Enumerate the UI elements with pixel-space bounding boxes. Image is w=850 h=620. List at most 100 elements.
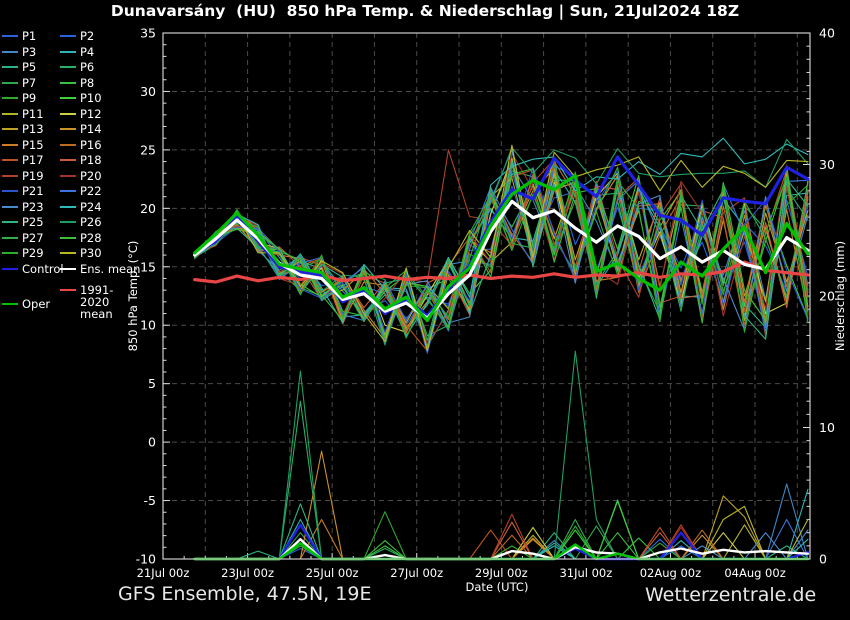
legend-item-p1-label: P1: [22, 30, 36, 42]
legend-item-p19: P19: [2, 170, 44, 182]
legend-item-p24: P24: [60, 201, 102, 213]
legend-item-p1-swatch: [2, 35, 18, 37]
legend-item-p17: P17: [2, 154, 44, 166]
legend-item-control: Control: [2, 263, 64, 275]
legend-item-p20: P20: [60, 170, 102, 182]
legend-item-p27-swatch: [2, 237, 18, 239]
legend-item-p27: P27: [2, 232, 44, 244]
legend-item-p24-label: P24: [80, 201, 102, 213]
legend-item-p23-swatch: [2, 206, 18, 208]
x-tick-label: 27Jul 00z: [390, 566, 443, 580]
y-right-tick-label: 30: [819, 157, 835, 172]
legend-item-p10-label: P10: [80, 92, 102, 104]
legend-item-p8: P8: [60, 77, 94, 89]
legend-item-p9: P9: [2, 92, 36, 104]
legend-item-p4-label: P4: [80, 46, 94, 58]
legend-item-p18-label: P18: [80, 154, 102, 166]
legend-item-ens-mean: Ens. mean: [60, 263, 140, 275]
y-right-tick-label: 10: [819, 420, 835, 435]
legend-item-p20-swatch: [60, 175, 76, 177]
y-right-axis-label: Niederschlag (mm): [833, 241, 847, 351]
legend-item-p9-swatch: [2, 97, 18, 99]
model-run-caption: GFS Ensemble, 47.5N, 19E: [118, 583, 371, 605]
legend-item-p1: P1: [2, 30, 36, 42]
legend-item-p2-swatch: [60, 35, 76, 37]
legend-item-p5-label: P5: [22, 61, 36, 73]
x-tick-label: 02Aug 00z: [640, 566, 701, 580]
legend-item-p26-label: P26: [80, 216, 102, 228]
legend-item-p8-label: P8: [80, 77, 94, 89]
x-tick-label: 21Jul 00z: [137, 566, 190, 580]
legend-item-p23-label: P23: [22, 201, 44, 213]
legend-item-p5-swatch: [2, 66, 18, 68]
y-left-tick-label: 35: [140, 26, 156, 41]
y-left-tick-label: 10: [140, 318, 156, 333]
legend-item-p3: P3: [2, 46, 36, 58]
legend-item-p10: P10: [60, 92, 102, 104]
legend-item-control-label: Control: [22, 263, 64, 275]
legend-item-p25: P25: [2, 216, 44, 228]
y-left-tick-label: -10: [136, 552, 156, 567]
y-left-tick-label: 25: [140, 142, 156, 157]
y-left-tick-label: 30: [140, 84, 156, 99]
legend-item-p6: P6: [60, 61, 94, 73]
legend-item-p19-swatch: [2, 175, 18, 177]
x-tick-label: 23Jul 00z: [221, 566, 274, 580]
legend-item-p25-swatch: [2, 221, 18, 223]
x-tick-label: 31Jul 00z: [559, 566, 612, 580]
legend-item-p16-label: P16: [80, 139, 102, 151]
legend-item-oper: Oper: [2, 298, 50, 310]
y-left-tick-label: -5: [144, 493, 156, 508]
legend-item-p21: P21: [2, 185, 44, 197]
legend-item-p22: P22: [60, 185, 102, 197]
legend-item-p21-label: P21: [22, 185, 44, 197]
legend-item-oper-label: Oper: [22, 298, 50, 310]
legend-item-p24-swatch: [60, 206, 76, 208]
legend-item-p4: P4: [60, 46, 94, 58]
legend-item-p7-swatch: [2, 82, 18, 84]
y-left-tick-label: 0: [148, 435, 156, 450]
legend-item-ens-mean-swatch: [60, 268, 76, 270]
legend-item-p29: P29: [2, 247, 44, 259]
legend-item-p15: P15: [2, 139, 44, 151]
legend-item-p14: P14: [60, 123, 102, 135]
legend-item-p22-label: P22: [80, 185, 102, 197]
legend-item-p20-label: P20: [80, 170, 102, 182]
legend-item-p5: P5: [2, 61, 36, 73]
legend-item-p21-swatch: [2, 190, 18, 192]
legend-item-p28-swatch: [60, 237, 76, 239]
legend-item-p26-swatch: [60, 221, 76, 223]
legend-item-p12-swatch: [60, 113, 76, 115]
legend-item-p7-label: P7: [22, 77, 36, 89]
legend-item-p13: P13: [2, 123, 44, 135]
legend-item-p27-label: P27: [22, 232, 44, 244]
y-right-tick-label: 40: [819, 26, 835, 41]
legend-item-ens-mean-label: Ens. mean: [80, 263, 140, 275]
legend-item-climate-mean-label: 1991-2020 mean: [80, 284, 140, 320]
legend-item-oper-swatch: [2, 303, 18, 305]
legend-item-p23: P23: [2, 201, 44, 213]
legend-item-p18-swatch: [60, 159, 76, 161]
site-watermark: Wetterzentrale.de: [645, 584, 816, 606]
legend-item-p2-label: P2: [80, 30, 94, 42]
legend-item-p13-label: P13: [22, 123, 44, 135]
legend-item-p28: P28: [60, 232, 102, 244]
legend-item-p14-swatch: [60, 128, 76, 130]
legend-item-p4-swatch: [60, 51, 76, 53]
legend-item-p30-label: P30: [80, 247, 102, 259]
x-tick-label: 25Jul 00z: [306, 566, 359, 580]
legend-item-p2: P2: [60, 30, 94, 42]
legend-item-p17-label: P17: [22, 154, 44, 166]
y-right-tick-label: 0: [819, 552, 827, 567]
legend-item-p9-label: P9: [22, 92, 36, 104]
legend-item-p22-swatch: [60, 190, 76, 192]
legend-item-control-swatch: [2, 268, 18, 270]
meteogram-page: { "title": "Dunavarsány (HU) 850 hPa Tem…: [0, 0, 850, 620]
legend-item-p3-label: P3: [22, 46, 36, 58]
x-axis-label: Date (UTC): [466, 580, 529, 594]
legend-item-p15-swatch: [2, 144, 18, 146]
legend-item-p14-label: P14: [80, 123, 102, 135]
legend-item-climate-mean-swatch: [60, 289, 76, 291]
y-left-tick-label: 5: [148, 376, 156, 391]
y-left-tick-label: 15: [140, 259, 156, 274]
